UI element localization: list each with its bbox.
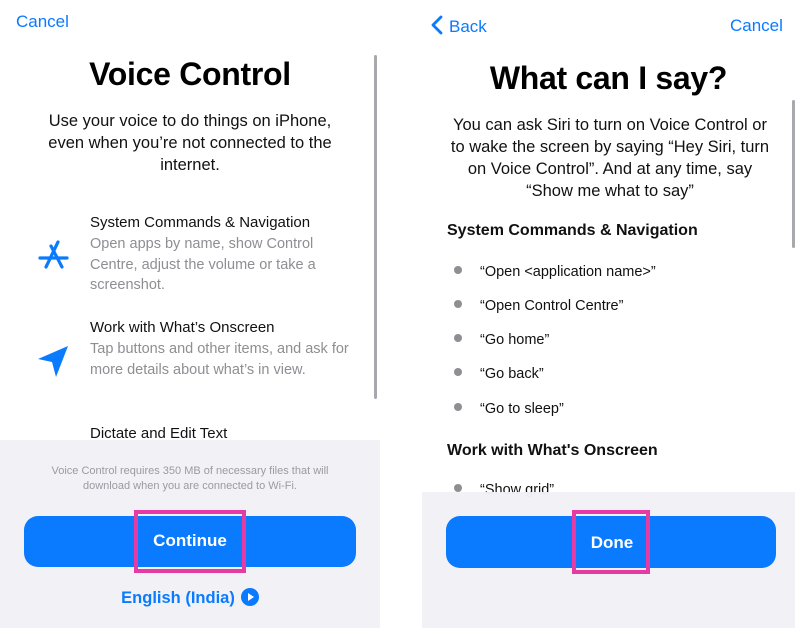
- voice-control-intro-screen: Cancel Voice Control Use your voice to d…: [0, 0, 380, 628]
- intro-text: You can ask Siri to turn on Voice Contro…: [450, 116, 770, 200]
- play-icon: [240, 588, 259, 606]
- intro-text: Use your voice to do things on iPhone, e…: [48, 112, 332, 174]
- bullet: [454, 266, 462, 274]
- back-label: Back: [449, 17, 487, 36]
- feature-description: Tap buttons and other items, and ask for…: [90, 341, 349, 378]
- list-item: “Go to sleep”: [454, 401, 564, 417]
- list-item: “Go back”: [454, 366, 544, 382]
- screen-divider: [380, 0, 422, 628]
- chevron-left-icon: [431, 15, 443, 35]
- bullet: [454, 368, 462, 376]
- storage-footnote: Voice Control requires 350 MB of necessa…: [51, 465, 329, 492]
- what-can-i-say-screen: Back Cancel What can I say? You can ask …: [422, 0, 795, 628]
- language-label: English (India): [121, 589, 235, 607]
- scrollbar[interactable]: [374, 55, 377, 399]
- cancel-button[interactable]: Cancel: [16, 12, 69, 32]
- page-title: What can I say?: [489, 60, 728, 96]
- cancel-button[interactable]: Cancel: [730, 16, 783, 36]
- page-title: Voice Control: [89, 56, 291, 92]
- feature-title: System Commands & Navigation: [90, 214, 311, 231]
- list-item: “Go home”: [454, 332, 549, 348]
- highlight-box: [572, 510, 650, 574]
- feature-onscreen: Work with What’s Onscreen Tap buttons an…: [0, 319, 380, 409]
- bottom-sheet: Voice Control requires 350 MB of necessa…: [0, 440, 380, 628]
- feature-description: Open apps by name, show Control Centre, …: [90, 236, 316, 293]
- bullet: [454, 403, 462, 411]
- section-heading-system: System Commands & Navigation: [447, 222, 698, 239]
- bottom-sheet: Done: [422, 492, 795, 628]
- section-heading-onscreen: Work with What's Onscreen: [447, 442, 658, 459]
- navigation-arrow-icon: [34, 341, 74, 381]
- bullet: [454, 334, 462, 342]
- feature-title: Work with What’s Onscreen: [90, 319, 275, 336]
- app-store-icon: [34, 234, 74, 274]
- language-selector[interactable]: English (India): [0, 588, 380, 608]
- bullet: [454, 300, 462, 308]
- list-item: “Open Control Centre”: [454, 298, 623, 314]
- list-item: “Open <application name>”: [454, 264, 656, 280]
- bullet: [454, 484, 462, 492]
- feature-system-commands: System Commands & Navigation Open apps b…: [0, 214, 380, 304]
- highlight-box: [134, 510, 246, 573]
- back-button[interactable]: Back: [430, 15, 487, 37]
